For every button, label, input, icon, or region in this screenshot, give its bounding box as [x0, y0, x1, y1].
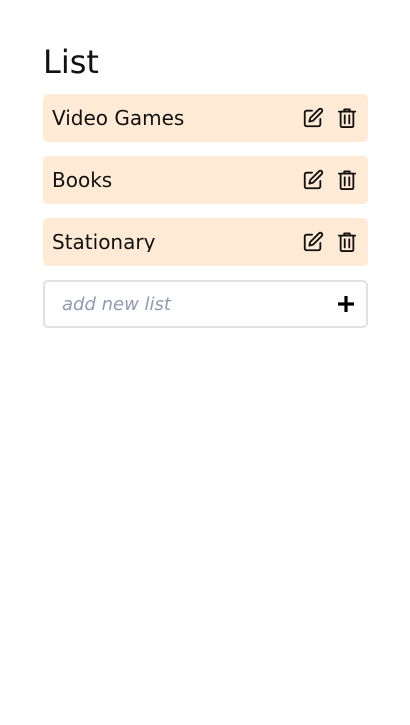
trash-icon[interactable]: [335, 168, 359, 192]
list-item[interactable]: Video Games: [43, 94, 368, 142]
list-item[interactable]: Stationary: [43, 218, 368, 266]
list-item-label: Stationary: [52, 232, 156, 252]
list-item-label: Video Games: [52, 108, 185, 128]
new-list-input[interactable]: [62, 284, 334, 324]
plus-icon[interactable]: [334, 292, 358, 316]
list-panel: List Video Games Books Stationary add ne…: [43, 40, 368, 328]
list-item-label: Books: [52, 170, 113, 190]
trash-icon[interactable]: [335, 230, 359, 254]
trash-icon[interactable]: [335, 106, 359, 130]
edit-icon[interactable]: [301, 230, 325, 254]
add-list-form: [43, 280, 368, 328]
list-item[interactable]: Books: [43, 156, 368, 204]
page-title: List: [43, 43, 99, 81]
edit-icon[interactable]: [301, 106, 325, 130]
edit-icon[interactable]: [301, 168, 325, 192]
